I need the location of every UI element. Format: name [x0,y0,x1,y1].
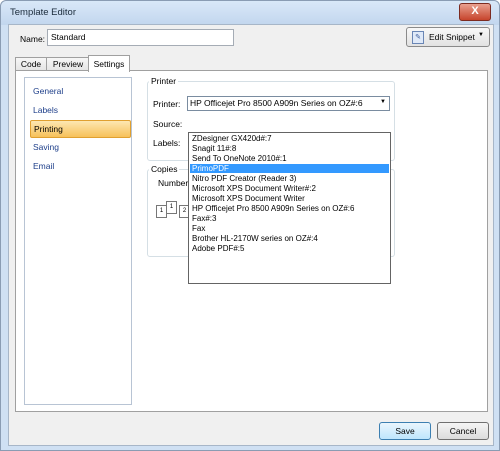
nav-item-email[interactable]: Email [30,158,129,174]
nav-item-printing[interactable]: Printing [30,120,131,138]
printer-option[interactable]: Adobe PDF#:5 [190,244,389,253]
tab-code[interactable]: Code [15,57,47,71]
source-label: Source: [153,119,183,129]
tab-settings[interactable]: Settings [88,55,130,72]
printer-option[interactable]: HP Officejet Pro 8500 A909n Series on OZ… [190,204,389,213]
printer-option-selected[interactable]: PrimoPDF [190,164,389,173]
printer-option[interactable]: Fax [190,224,389,233]
client-area: Name: Standard ✎ Edit Snippet ▼ Code Pre… [8,24,494,446]
printer-select[interactable]: HP Officejet Pro 8500 A909n Series on OZ… [187,96,390,111]
close-icon[interactable]: X [459,3,491,21]
template-editor-window: Template Editor X Name: Standard ✎ Edit … [0,0,500,451]
settings-nav: General Labels Printing Saving Email [24,77,132,405]
copies-group-title: Copies [149,164,180,174]
printer-group-title: Printer [149,76,179,86]
nav-item-labels[interactable]: Labels [30,102,129,118]
printer-label: Printer: [153,99,181,109]
name-input[interactable]: Standard [47,29,234,46]
cancel-button[interactable]: Cancel [437,422,489,440]
printer-select-value: HP Officejet Pro 8500 A909n Series on OZ… [190,98,363,108]
printer-option[interactable]: ZDesigner GX420d#:7 [190,134,389,143]
settings-tab-page: General Labels Printing Saving Email Pri… [15,70,488,412]
collate-page-icon: 1 [166,201,177,214]
nav-item-saving[interactable]: Saving [30,139,129,155]
save-button[interactable]: Save [379,422,431,440]
printer-option[interactable]: Brother HL-2170W series on OZ#:4 [190,234,389,243]
printer-option[interactable]: Snagit 11#:8 [190,144,389,153]
labels-label: Labels: [153,138,181,148]
snippet-icon: ✎ [412,31,424,44]
name-label: Name: [20,34,46,44]
printer-dropdown-list[interactable]: ZDesigner GX420d#:7 Snagit 11#:8 Send To… [188,132,391,284]
chevron-down-icon: ▼ [478,32,484,38]
edit-snippet-button[interactable]: ✎ Edit Snippet ▼ [406,27,490,47]
printer-option[interactable]: Fax#:3 [190,214,389,223]
printer-option[interactable]: Microsoft XPS Document Writer [190,194,389,203]
nav-item-general[interactable]: General [30,83,129,99]
printer-option[interactable]: Send To OneNote 2010#:1 [190,154,389,163]
edit-snippet-label: Edit Snippet [429,32,475,42]
copies-number-label: Number [158,178,189,188]
printer-option[interactable]: Nitro PDF Creator (Reader 3) [190,174,389,183]
printer-option[interactable]: Microsoft XPS Document Writer#:2 [190,184,389,193]
window-title: Template Editor [10,7,77,18]
tab-preview[interactable]: Preview [46,57,90,71]
title-bar[interactable]: Template Editor X [1,1,499,25]
chevron-down-icon: ▼ [380,99,386,105]
